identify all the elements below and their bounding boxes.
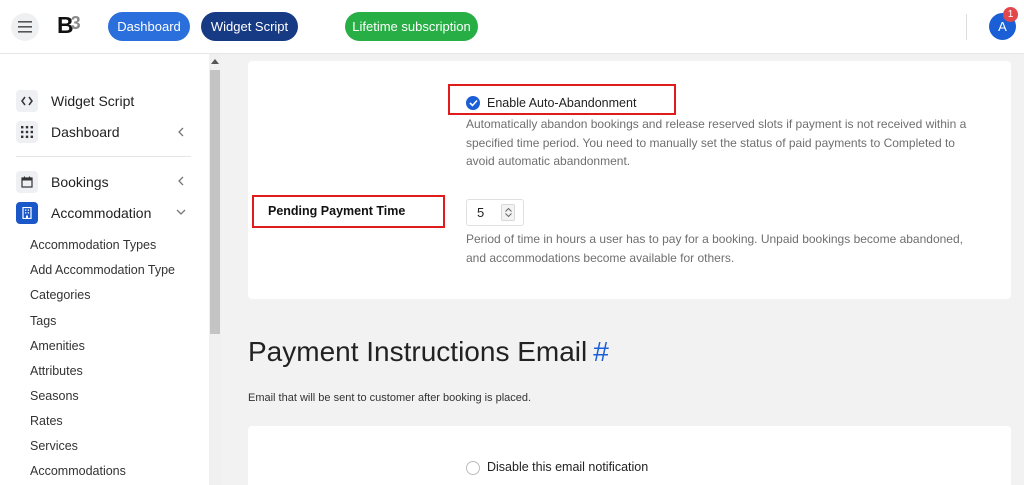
code-icon (16, 90, 38, 112)
highlight-box (448, 84, 676, 115)
chevron-down-icon[interactable] (176, 207, 186, 217)
menu-toggle-button[interactable] (11, 13, 39, 41)
dashboard-button[interactable]: Dashboard (108, 12, 190, 41)
grid-icon (16, 121, 38, 143)
sidebar-subitem-rates[interactable]: Rates (30, 414, 63, 428)
calendar-icon (16, 171, 38, 193)
sidebar-scrollbar[interactable] (209, 54, 221, 485)
sidebar: Widget Script Dashboard Bookings Accommo… (0, 54, 209, 485)
hamburger-icon (18, 21, 32, 33)
sidebar-item-label: Accommodation (51, 205, 152, 221)
widget-script-button[interactable]: Widget Script (201, 12, 298, 41)
disable-email-checkbox[interactable] (466, 461, 480, 475)
pending-payment-time-input[interactable]: 5 (466, 199, 524, 226)
divider (16, 156, 191, 157)
notification-badge: 1 (1003, 7, 1018, 22)
section-anchor-link[interactable]: # (593, 336, 609, 367)
sidebar-subitem-seasons[interactable]: Seasons (30, 389, 79, 403)
pending-payment-time-description: Period of time in hours a user has to pa… (466, 232, 963, 265)
sidebar-item-dashboard[interactable]: Dashboard (16, 120, 120, 144)
disable-email-label[interactable]: Disable this email notification (487, 460, 648, 474)
chevron-left-icon[interactable] (176, 176, 186, 186)
sidebar-item-label: Widget Script (51, 93, 135, 109)
section-title: Payment Instructions Email # (248, 336, 609, 368)
sidebar-item-label: Dashboard (51, 124, 120, 140)
top-bar: B3 Dashboard Widget Script Lifetime subs… (0, 0, 1024, 54)
building-icon (16, 202, 38, 224)
stepper-up-icon[interactable] (504, 208, 512, 212)
divider (966, 14, 967, 40)
sidebar-subitem-add-accommodation-type[interactable]: Add Accommodation Type (30, 263, 175, 277)
sidebar-item-label: Bookings (51, 174, 109, 190)
sidebar-subitem-accommodation-types[interactable]: Accommodation Types (30, 238, 156, 252)
section-title-text: Payment Instructions Email (248, 336, 588, 367)
sidebar-item-bookings[interactable]: Bookings (16, 170, 109, 194)
sidebar-subitem-accommodations[interactable]: Accommodations (30, 464, 126, 478)
lifetime-subscription-button[interactable]: Lifetime subscription (345, 12, 478, 41)
sidebar-item-accommodation[interactable]: Accommodation (16, 201, 151, 225)
chevron-left-icon[interactable] (176, 127, 186, 137)
sidebar-subitem-amenities[interactable]: Amenities (30, 339, 85, 353)
scroll-up-arrow-icon[interactable] (209, 56, 221, 66)
email-settings-card (248, 426, 1011, 485)
sidebar-subitem-tags[interactable]: Tags (30, 314, 56, 328)
number-stepper[interactable] (501, 204, 515, 221)
input-value: 5 (477, 205, 485, 220)
sidebar-subitem-services[interactable]: Services (30, 439, 78, 453)
section-description: Email that will be sent to customer afte… (248, 392, 532, 404)
auto-abandonment-description: Automatically abandon bookings and relea… (466, 117, 967, 168)
sidebar-item-widget-script[interactable]: Widget Script (16, 89, 134, 113)
sidebar-subitem-categories[interactable]: Categories (30, 288, 90, 302)
scrollbar-thumb[interactable] (210, 70, 220, 334)
stepper-down-icon[interactable] (504, 213, 512, 217)
highlight-box (252, 195, 445, 228)
app-logo[interactable]: B3 (57, 12, 81, 39)
sidebar-subitem-attributes[interactable]: Attributes (30, 364, 83, 378)
